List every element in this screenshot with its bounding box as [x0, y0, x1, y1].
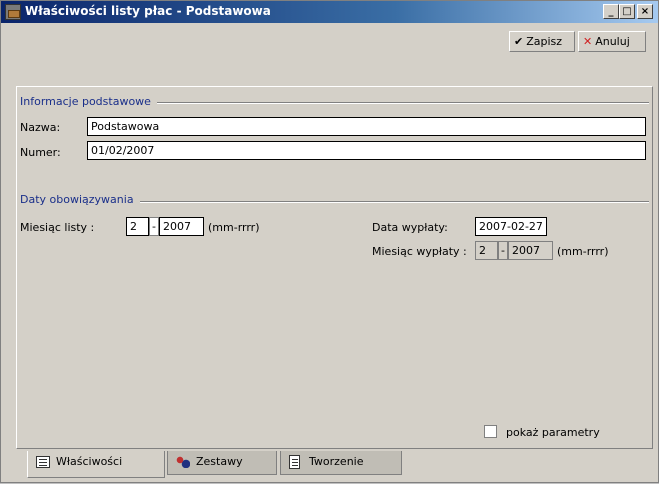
dialog-window: Właściwości listy płac - Podstawowa _ □ … [0, 0, 659, 483]
number-label: Numer: [20, 146, 61, 159]
tab-bar: Właściwości Zestawy Tworzenie [1, 451, 659, 484]
window-title: Właściwości listy płac - Podstawowa [25, 4, 271, 18]
payment-month-label: Miesiąc wypłaty : [372, 245, 467, 258]
payment-month-year-field: 2007 [508, 241, 553, 260]
tab-label: Właściwości [56, 455, 123, 468]
tab-properties[interactable]: Właściwości [27, 451, 165, 478]
payment-date-field[interactable]: 2007-02-27 [475, 217, 547, 236]
minimize-button[interactable]: _ [603, 4, 619, 19]
number-field[interactable]: 01/02/2007 [87, 141, 646, 160]
section-title-basic-info: Informacje podstawowe [20, 95, 157, 108]
document-icon [289, 455, 300, 469]
cancel-button[interactable]: ✕ Anuluj [578, 31, 646, 52]
list-month-format: (mm-rrrr) [208, 221, 260, 234]
check-icon: ✔ [514, 35, 524, 48]
tab-label: Tworzenie [309, 455, 364, 468]
date-separator: - [149, 217, 159, 236]
date-separator: - [498, 241, 508, 260]
cancel-label: Anuluj [595, 35, 630, 48]
payment-month-month-field: 2 [475, 241, 498, 260]
list-month-year-field[interactable]: 2007 [159, 217, 204, 236]
close-button[interactable]: × [637, 4, 653, 19]
maximize-button[interactable]: □ [619, 4, 635, 19]
list-month-month-field[interactable]: 2 [126, 217, 149, 236]
section-title-validity: Daty obowiązywania [20, 193, 140, 206]
show-params-label[interactable]: pokaż parametry [506, 426, 600, 439]
save-label: Zapisz [526, 35, 563, 48]
name-field[interactable]: Podstawowa [87, 117, 646, 136]
tab-label: Zestawy [196, 455, 243, 468]
payment-date-label: Data wypłaty: [372, 221, 448, 234]
tab-sets[interactable]: Zestawy [167, 451, 277, 475]
list-icon [36, 456, 50, 468]
title-bar[interactable]: Właściwości listy płac - Podstawowa _ □ … [1, 1, 658, 23]
x-icon: ✕ [583, 35, 593, 48]
save-button[interactable]: ✔ Zapisz [509, 31, 575, 52]
sets-icon [176, 456, 190, 468]
payment-month-format: (mm-rrrr) [557, 245, 609, 258]
app-icon[interactable] [5, 4, 21, 20]
tab-creation[interactable]: Tworzenie [280, 451, 402, 475]
list-month-label: Miesiąc listy : [20, 221, 95, 234]
name-label: Nazwa: [20, 121, 61, 134]
show-params-checkbox[interactable] [484, 425, 497, 438]
